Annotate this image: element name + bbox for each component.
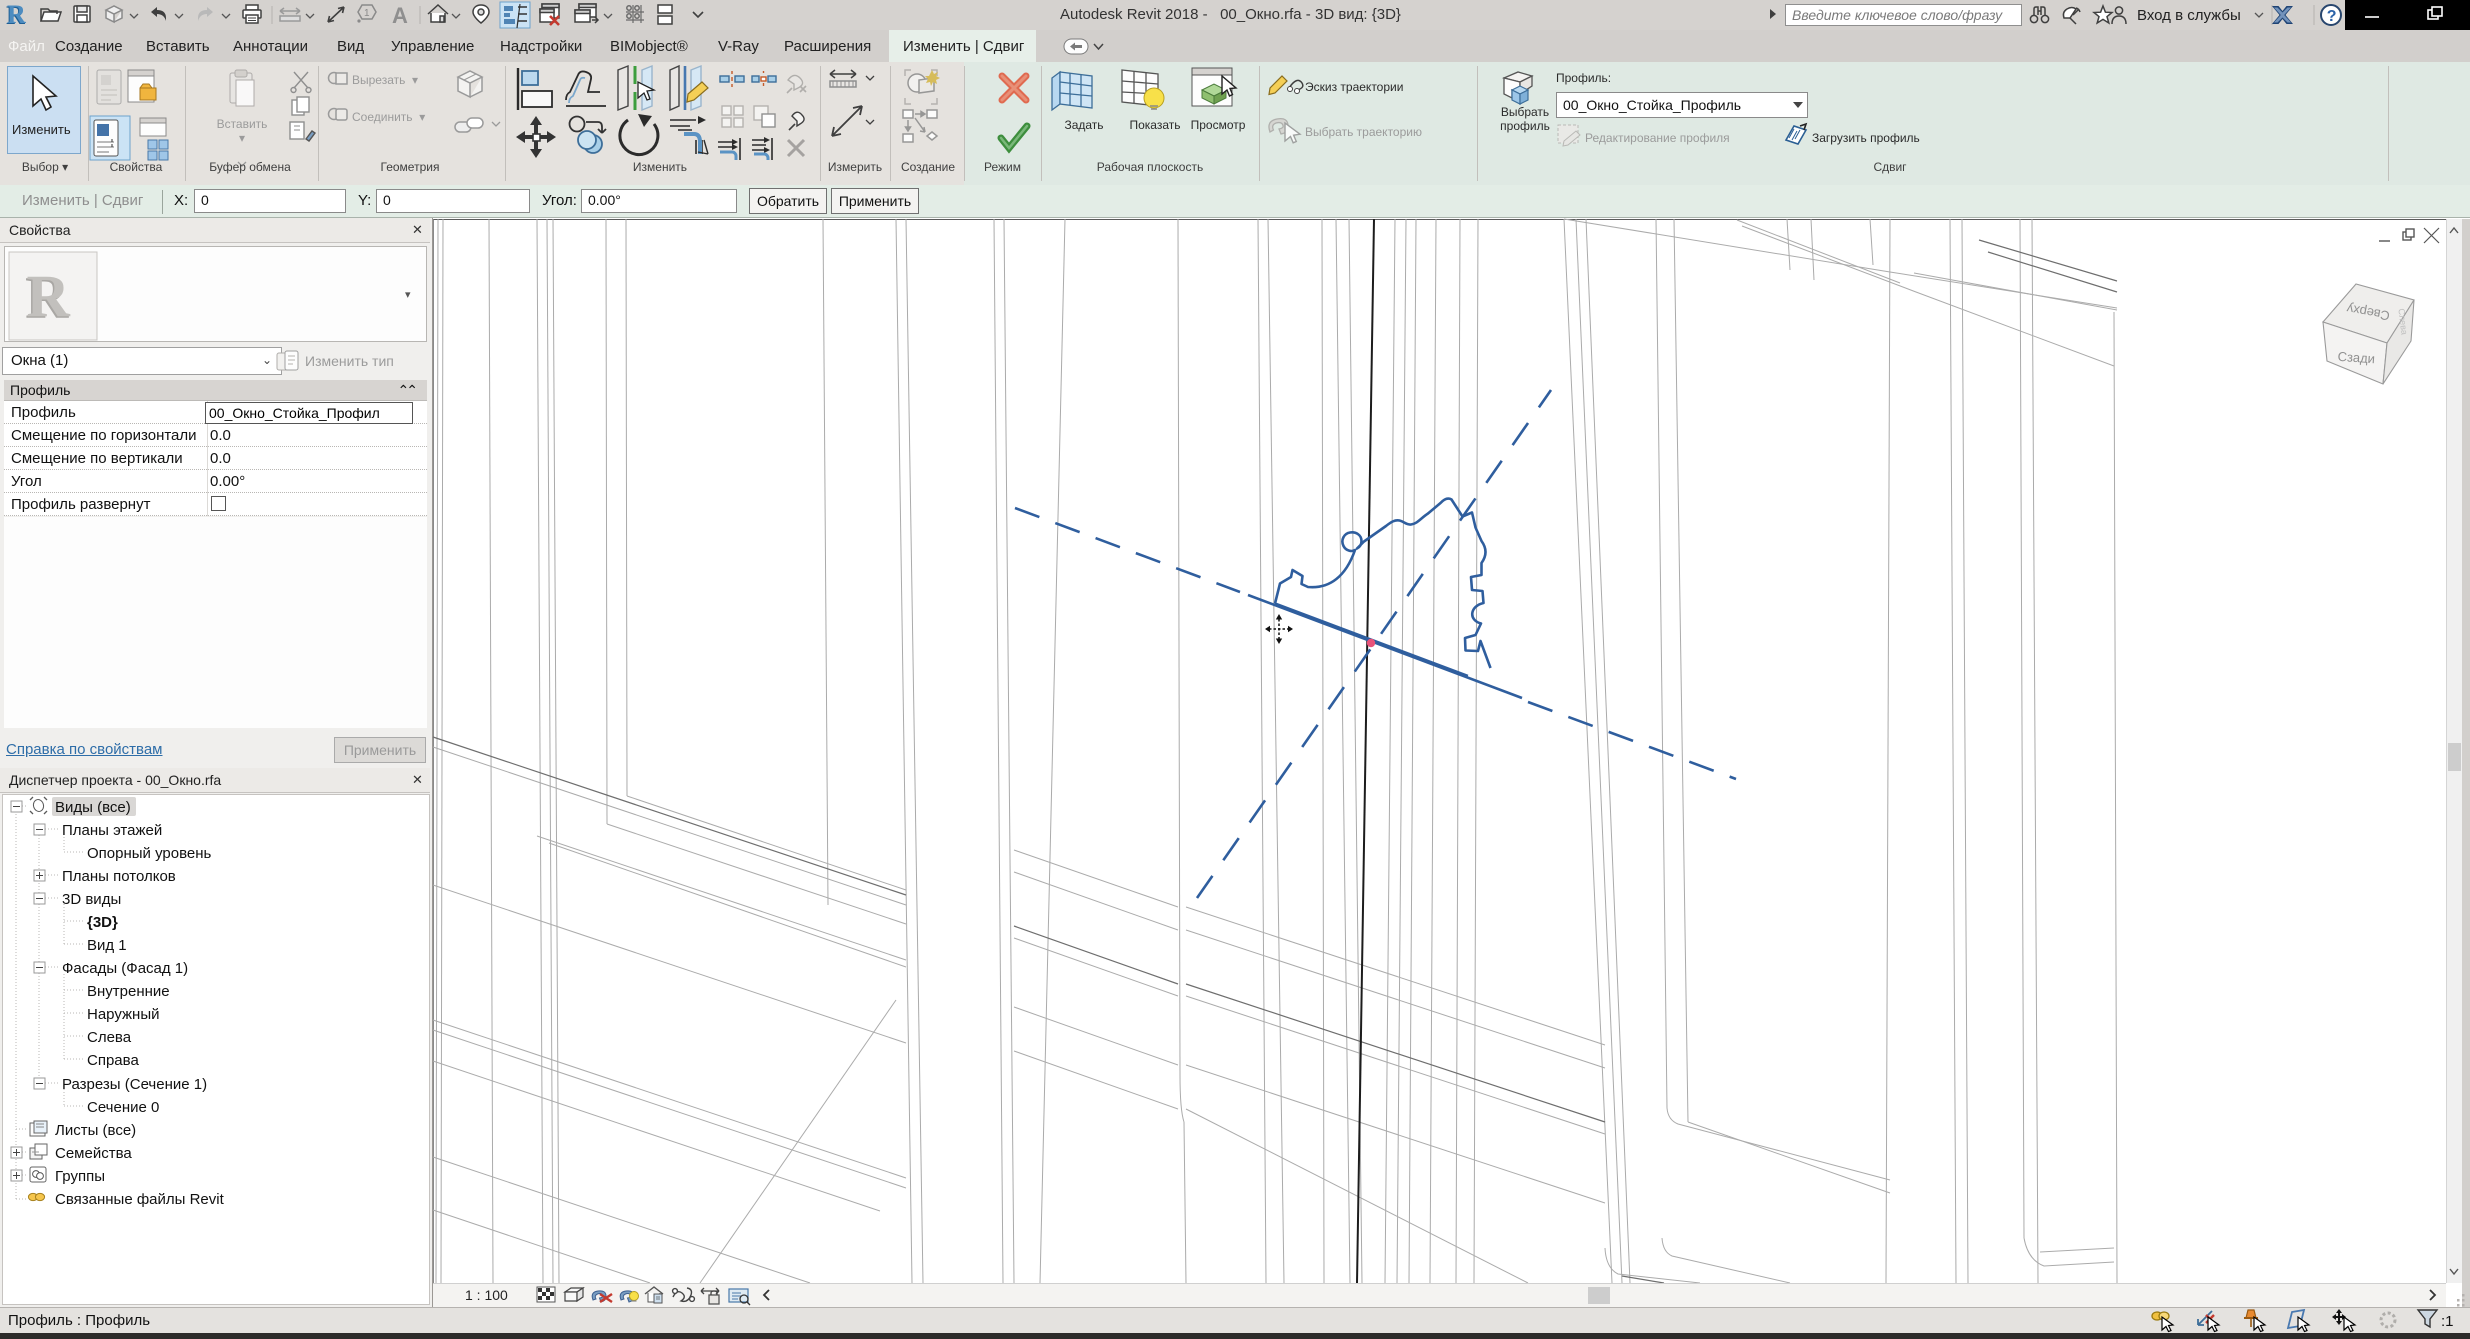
svg-text:?: ? (2327, 8, 2337, 25)
svg-text:1 : 100: 1 : 100 (465, 1287, 508, 1303)
svg-text:Разрезы (Сечение 1): Разрезы (Сечение 1) (62, 1076, 207, 1093)
svg-text:Листы (все): Листы (все) (55, 1122, 136, 1139)
svg-text:Группы: Группы (55, 1168, 105, 1185)
svg-text:1: 1 (364, 8, 370, 19)
svg-text:Семейства: Семейства (55, 1145, 132, 1162)
svg-text:Планы потолков: Планы потолков (62, 868, 176, 885)
svg-text:Планы этажей: Планы этажей (62, 822, 162, 839)
svg-text:Вид 1: Вид 1 (87, 937, 127, 954)
svg-text:Сечение 0: Сечение 0 (87, 1099, 159, 1116)
svg-text:Виды (все): Виды (все) (55, 799, 131, 816)
svg-text:Справа: Справа (87, 1052, 139, 1069)
svg-text::1: :1 (2441, 1313, 2454, 1330)
svg-text:R: R (27, 264, 71, 330)
svg-text:A: A (392, 3, 408, 28)
svg-text:{3D}: {3D} (87, 914, 118, 931)
svg-text:Слева: Слева (87, 1029, 132, 1046)
svg-text:Опорный уровень: Опорный уровень (87, 845, 212, 862)
svg-text:Фасады (Фасад 1): Фасады (Фасад 1) (62, 960, 188, 977)
svg-text:Внутренние: Внутренние (87, 983, 170, 1000)
svg-text:Сзади: Сзади (2337, 349, 2375, 367)
svg-text:3D виды: 3D виды (62, 891, 121, 908)
svg-text:R: R (7, 0, 26, 29)
svg-text:Связанные файлы Revit: Связанные файлы Revit (55, 1191, 225, 1208)
svg-text:Наружный: Наружный (87, 1006, 160, 1023)
